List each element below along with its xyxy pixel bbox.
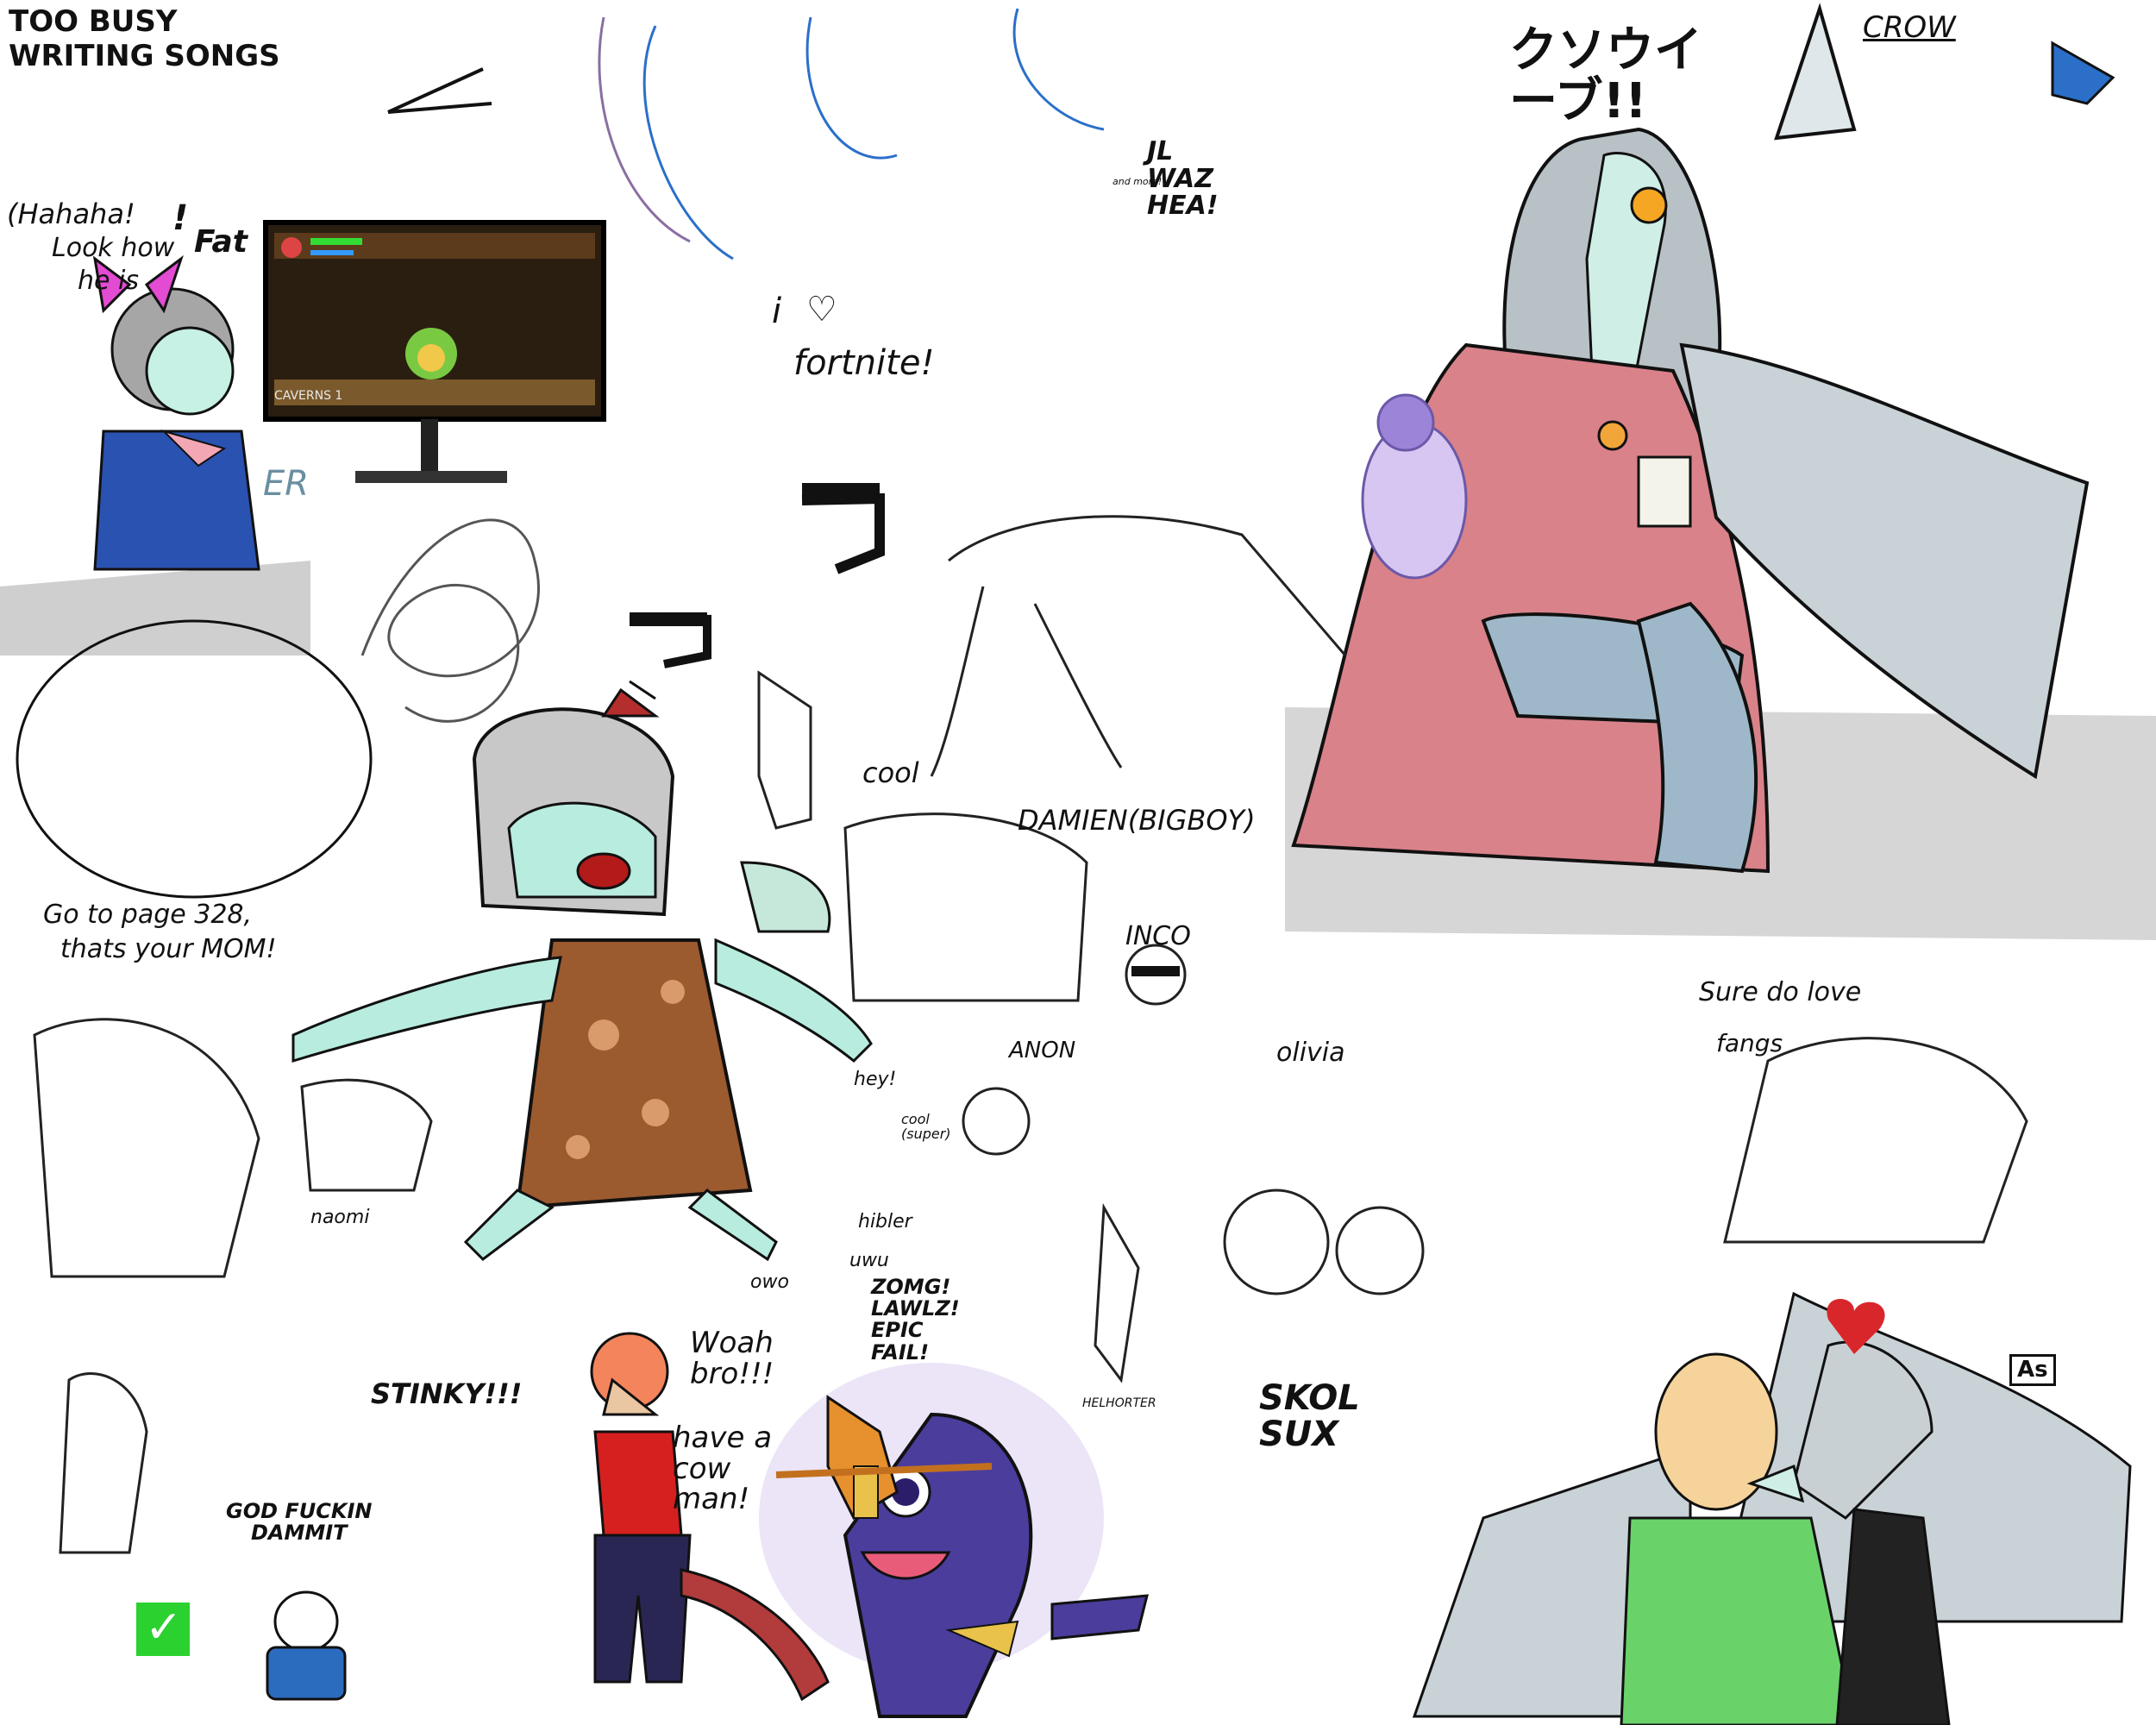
dress-spot-1 — [588, 1019, 619, 1051]
naomi-label: naomi — [310, 1207, 370, 1228]
inco-sunglasses — [1131, 966, 1180, 976]
girl-left-face — [145, 326, 235, 416]
crow-pendant — [1597, 420, 1628, 451]
er-tag: ER — [263, 464, 310, 504]
skeleton-skull — [273, 1590, 339, 1653]
caption-too-busy: TOO BUSY — [9, 4, 178, 39]
center-girl-wing — [740, 861, 831, 933]
dress-spot-2 — [661, 980, 685, 1004]
thats-your-mom-text: thats your MOM! — [60, 934, 277, 964]
i-love-text: i — [772, 292, 782, 331]
purple-sketch — [598, 16, 691, 243]
center-girl-bow — [601, 680, 660, 718]
blue-overalls — [93, 430, 260, 571]
jar-sketch — [300, 1078, 433, 1192]
punk-pants — [593, 1534, 692, 1684]
center-girl-mouth — [576, 852, 631, 890]
blue-shark-icon — [2051, 41, 2115, 105]
crystal-sketch — [757, 670, 812, 830]
helhorter-text: HELHORTER — [1082, 1396, 1156, 1410]
long-arm-sketch — [930, 515, 1347, 777]
exclaim-text: ! — [172, 198, 189, 238]
punk-red-tank — [593, 1430, 683, 1537]
damien-label: DAMIEN(BIGBOY) — [1018, 804, 1256, 837]
katakana-text: クソウイ ーブ!! — [1509, 22, 1702, 129]
fortnite-text: fortnite! — [793, 343, 935, 383]
health-bar — [310, 238, 362, 245]
skol-sux-text: SKOL SUX — [1259, 1378, 1360, 1454]
monitor-neck — [421, 419, 438, 471]
crow-party-hat — [1774, 3, 1857, 141]
heart-outline-icon: ♡ — [806, 290, 837, 329]
sure-do-love-text: Sure do love — [1699, 977, 1862, 1007]
game-avatar — [281, 237, 302, 258]
monitor-stand — [355, 471, 507, 483]
center-girl-arm-left — [291, 956, 562, 1063]
crow-mug — [1637, 455, 1692, 528]
skeleton-hoodie — [266, 1646, 347, 1701]
checkmark-icon: ✓ — [145, 1602, 183, 1653]
hibler-text: hibler — [858, 1211, 912, 1233]
have-a-cow-text: have a cow man! — [673, 1421, 773, 1517]
olivia-label: olivia — [1276, 1038, 1345, 1068]
cool-label: cool — [862, 756, 919, 789]
inco-label: INCO — [1125, 921, 1191, 951]
hey-text: hey! — [854, 1069, 897, 1090]
crow-label: CROW — [1863, 10, 1956, 45]
purple-lizard-hair — [1376, 393, 1435, 452]
sword-sketch — [1094, 1202, 1140, 1383]
smug-hook-large — [801, 492, 885, 574]
dress-spot-4 — [566, 1135, 590, 1159]
caption-writing-songs: WRITING SONGS — [9, 39, 280, 73]
old-crow-sketch — [33, 1018, 260, 1278]
zomg-text: ZOMG! LAWLZ! EPIC FAIL! — [871, 1275, 960, 1364]
scribble — [360, 518, 540, 723]
game-level-name: CAVERNS 1 — [274, 389, 343, 403]
fat-text: Fat — [194, 224, 248, 260]
dragon-arm — [1050, 1594, 1149, 1640]
woah-bro-text: Woah bro!!! — [690, 1326, 774, 1391]
center-girl-arm-right — [714, 938, 873, 1063]
fangs-sketch — [1723, 1037, 2028, 1244]
drawing-canvas: TOO BUSY WRITING SONGS (Hahaha! Look how… — [0, 0, 2156, 1725]
stinky-text: STINKY!!! — [371, 1377, 523, 1410]
go-to-page-text: Go to page 328, — [43, 900, 253, 930]
anon-head — [962, 1087, 1031, 1156]
game-character-shell — [417, 344, 445, 372]
and-more-text: and more! — [1112, 176, 1163, 187]
big-round-blob — [16, 619, 373, 899]
damien-sketch — [843, 812, 1088, 1002]
wheelchair-wheel-2 — [1335, 1206, 1425, 1295]
anon-label: ANON — [1009, 1038, 1076, 1063]
blue-sketches — [642, 8, 1105, 260]
hugging-sketch — [59, 1372, 148, 1554]
center-girl-face — [507, 801, 657, 899]
look-how-text: Look how — [52, 233, 175, 263]
god-dammit-text: GOD FUCKIN DAMMIT — [226, 1499, 373, 1546]
dress-spot-3 — [642, 1099, 669, 1126]
crow-eye — [1630, 186, 1668, 224]
fangs-text: fangs — [1716, 1029, 1783, 1057]
mana-bar — [310, 250, 354, 255]
doodle-layer — [0, 3, 2156, 1725]
he-is-text: he is — [78, 266, 139, 296]
hahaha-text: (Hahaha! — [7, 198, 135, 230]
as-tag: As — [2009, 1354, 2056, 1387]
owo-text: owo — [750, 1271, 789, 1293]
wheelchair-wheel — [1223, 1189, 1330, 1295]
cool-super-text: cool (super) — [901, 1111, 951, 1142]
uwu-text: uwu — [849, 1250, 889, 1271]
ground-shadow-left — [0, 561, 310, 656]
